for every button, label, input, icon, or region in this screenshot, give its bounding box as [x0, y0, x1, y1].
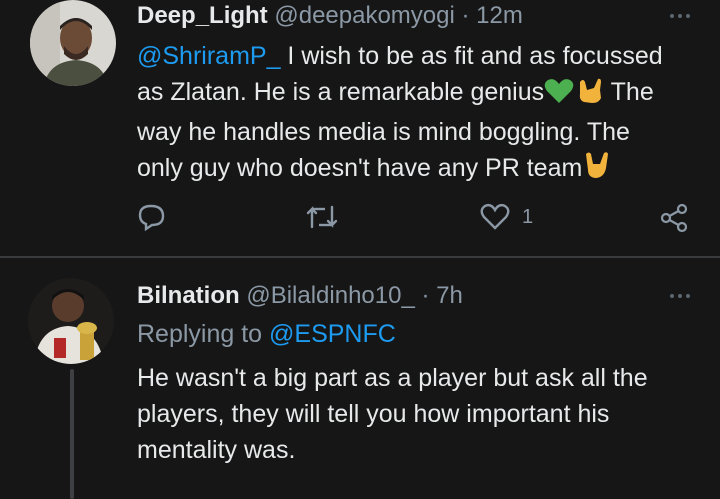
user-handle[interactable]: @Bilaldinho10_	[246, 282, 414, 309]
tweet-text-line: He wasn't a big part as a player but ask…	[137, 364, 648, 392]
tweet-avatar-column	[0, 256, 137, 499]
user-handle[interactable]: @deepakomyogi	[274, 2, 454, 29]
heart-icon	[480, 203, 510, 230]
call-me-hand-emoji-icon	[574, 76, 604, 114]
avatar[interactable]	[28, 278, 114, 364]
tweet-text: @ShriramP_ I wish to be as fit and as fo…	[137, 38, 697, 190]
retweet-icon	[306, 205, 338, 229]
tweet-text-line: way he handles media is mind boggling. T…	[137, 118, 630, 146]
tweet-text-line: I wish to be as fit and as focussed	[280, 42, 663, 70]
share-button[interactable]	[659, 203, 689, 233]
tweet-text-line: mentality was.	[137, 436, 296, 464]
timestamp[interactable]: 7h	[436, 282, 463, 309]
more-options-icon[interactable]	[670, 14, 690, 18]
replying-to-line: Replying to @ESPNFC	[137, 316, 697, 352]
tweet-content: Deep_Light @deepakomyogi · 12m @ShriramP…	[137, 0, 720, 256]
retweet-button[interactable]	[305, 203, 339, 231]
tweet-actions: 1	[137, 203, 697, 233]
tweet-text-line: The	[604, 78, 654, 106]
rock-hand-emoji-icon	[582, 150, 612, 190]
separator-dot: ·	[421, 282, 430, 309]
tweet[interactable]: Deep_Light @deepakomyogi · 12m @ShriramP…	[0, 0, 720, 258]
tweet-text-line: only guy who doesn't have any PR team	[137, 154, 583, 182]
display-name[interactable]: Bilnation	[137, 282, 240, 309]
display-name[interactable]: Deep_Light	[137, 2, 268, 29]
tweet-avatar-column	[0, 0, 137, 256]
tweet-content: Bilnation @Bilaldinho10_ · 7h Replying t…	[137, 256, 720, 491]
timestamp[interactable]: 12m	[476, 2, 523, 29]
like-count: 1	[522, 205, 534, 228]
tweet-text: He wasn't a big part as a player but ask…	[137, 360, 697, 468]
reply-icon	[138, 204, 165, 231]
tweet[interactable]: Bilnation @Bilaldinho10_ · 7h Replying t…	[0, 256, 720, 499]
replying-to-label: Replying to	[137, 320, 270, 348]
tweet-header: Deep_Light @deepakomyogi · 12m	[137, 2, 523, 30]
mention-link[interactable]: @ShriramP_	[137, 42, 280, 70]
tweet-text-line: as Zlatan. He is a remarkable genius	[137, 78, 545, 106]
share-icon	[660, 203, 688, 233]
thread-line	[70, 369, 74, 499]
mention-link[interactable]: @ESPNFC	[269, 320, 396, 348]
tweet-text-line: players, they will tell you how importan…	[137, 400, 610, 428]
green-heart-emoji-icon	[544, 78, 574, 114]
like-button[interactable]: 1	[480, 203, 533, 231]
avatar[interactable]	[30, 0, 116, 86]
separator-dot: ·	[461, 2, 470, 29]
reply-button[interactable]	[137, 203, 167, 231]
more-options-icon[interactable]	[670, 294, 690, 298]
tweet-header: Bilnation @Bilaldinho10_ · 7h	[137, 282, 463, 310]
